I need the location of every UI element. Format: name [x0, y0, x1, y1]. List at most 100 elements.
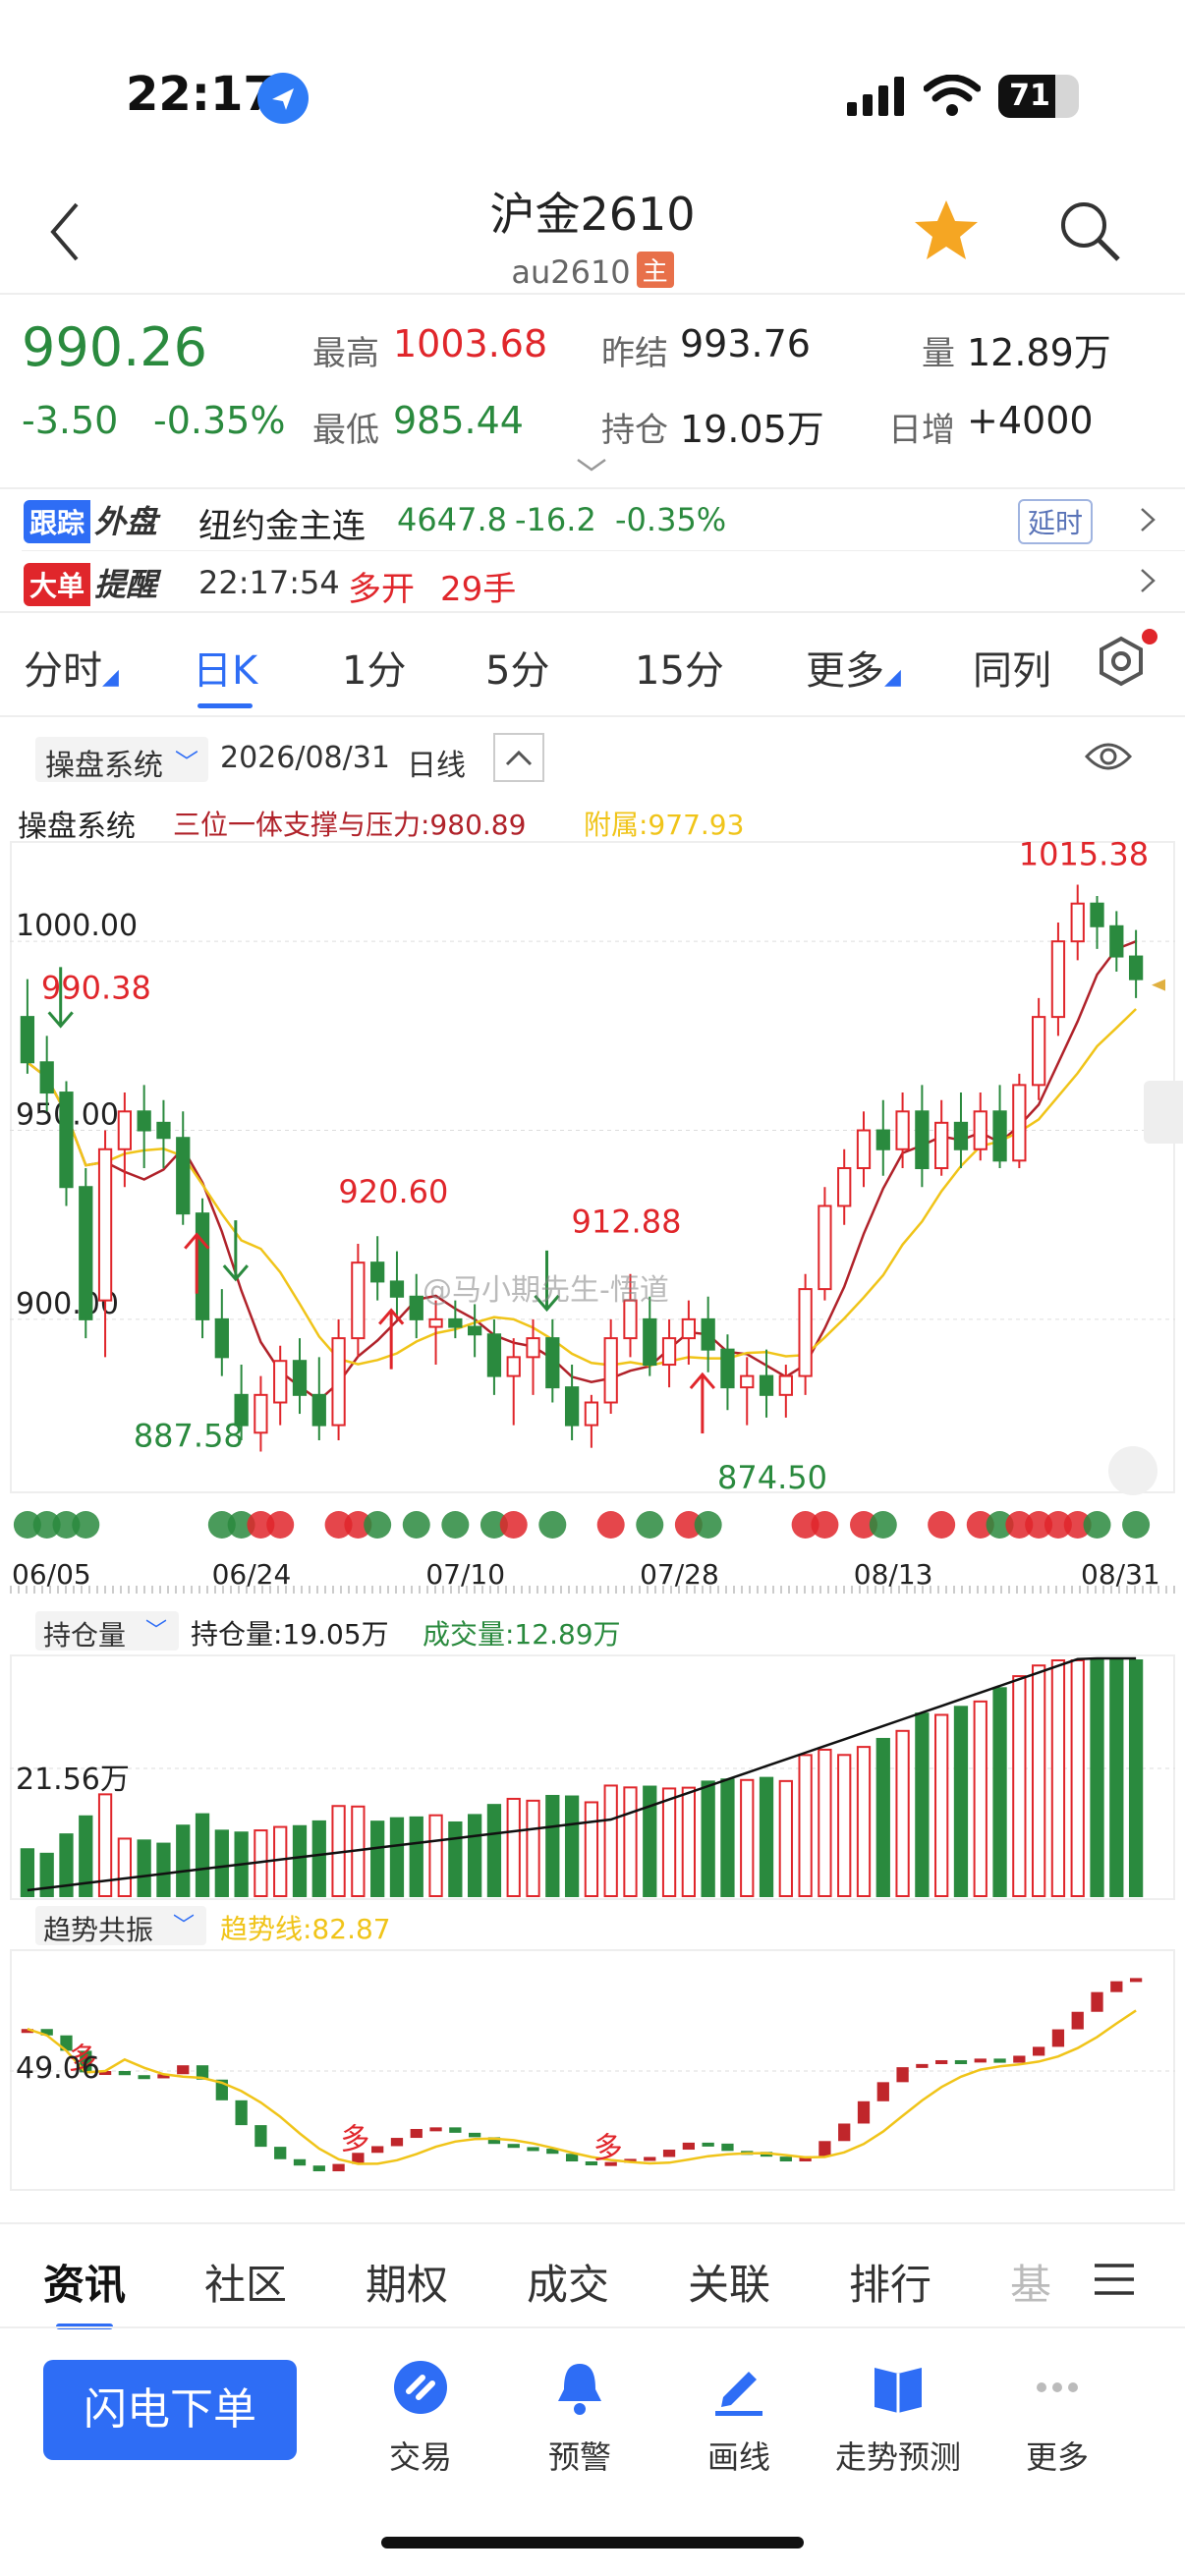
trend-bar	[1033, 2046, 1045, 2056]
status-time: 22:17	[126, 67, 276, 122]
alert-button[interactable]: 预警	[501, 2358, 658, 2478]
support-pressure-label: 三位一体支撑与压力:980.89	[173, 809, 527, 841]
menu-icon[interactable]	[1093, 2262, 1136, 2297]
candle	[79, 1168, 93, 1339]
trend-panel-selector[interactable]: 趋势共振 ﹀	[35, 1906, 206, 1946]
candle	[351, 1243, 366, 1358]
tab-options[interactable]: 期权	[366, 2252, 448, 2312]
tab-1min[interactable]: 1分	[342, 639, 406, 696]
overseas-change: -16.2	[515, 501, 596, 538]
overseas-change-pct: -0.35%	[615, 501, 727, 538]
volume-bar	[39, 1852, 54, 1897]
tab-fundamentals[interactable]: 基	[1010, 2252, 1051, 2312]
tab-related[interactable]: 关联	[688, 2252, 770, 2312]
price-annotation: 874.50	[717, 1459, 827, 1493]
trend-bar	[138, 2075, 150, 2080]
tab-community[interactable]: 社区	[204, 2252, 287, 2312]
tab-15min[interactable]: 15分	[635, 639, 724, 696]
battery-indicator: 71	[998, 75, 1079, 118]
chevron-right-icon[interactable]	[1138, 505, 1157, 534]
search-icon[interactable]	[1057, 198, 1122, 263]
trend-bar	[935, 2059, 948, 2064]
tab-news[interactable]: 资讯	[43, 2252, 126, 2329]
candle	[1070, 884, 1085, 961]
big-order-tag-order: 大单	[24, 563, 91, 606]
tab-peer[interactable]: 同列	[973, 639, 1051, 696]
trend-bar	[177, 2065, 190, 2075]
side-expand-handle[interactable]	[1144, 1081, 1183, 1144]
tab-timeshare-label: 分时	[24, 648, 102, 694]
overseas-name[interactable]: 纽约金主连	[198, 499, 366, 547]
big-order-time: 22:17:54	[198, 564, 340, 601]
tab-more[interactable]: 更多◢	[806, 639, 901, 696]
more-button[interactable]: 更多	[979, 2358, 1136, 2478]
system-selector[interactable]: 操盘系统 ﹀	[35, 737, 208, 783]
trend-bar	[1013, 2055, 1026, 2063]
trade-label: 交易	[388, 2438, 452, 2476]
trend-bar	[993, 2058, 1006, 2063]
volume-bar	[195, 1813, 210, 1897]
pen-icon	[715, 2372, 762, 2416]
volume-bar	[701, 1780, 715, 1897]
open-interest-label: 持仓	[601, 411, 668, 450]
trend-bar	[507, 2144, 520, 2149]
open-interest-value: 19.05万	[680, 408, 824, 451]
tab-more-label: 更多	[806, 648, 884, 694]
candle	[59, 1081, 74, 1206]
tab-ranking[interactable]: 排行	[849, 2252, 931, 2312]
fullscreen-button[interactable]	[1108, 1446, 1157, 1495]
indicator-name: 操盘系统	[18, 810, 136, 844]
overseas-tag-market: 外盘	[94, 503, 158, 540]
forecast-button[interactable]: 走势预测	[819, 2358, 977, 2478]
candle	[934, 1099, 949, 1176]
last-price: 990.26	[22, 316, 207, 378]
volume-bar	[1070, 1659, 1085, 1897]
trend-bar	[838, 2123, 851, 2142]
candle	[1128, 929, 1144, 998]
ai-signal-icon	[1122, 1511, 1151, 1539]
draw-button[interactable]: 画线	[660, 2358, 818, 2478]
ai-signal-icon	[364, 1511, 392, 1539]
expand-chevron-icon[interactable]	[574, 456, 609, 474]
affiliate-label: 附属:977.93	[584, 809, 745, 841]
prev-settle-value: 993.76	[680, 322, 811, 365]
volume-bar	[778, 1779, 793, 1897]
volume-panel-selector[interactable]: 持仓量 ﹀	[35, 1611, 179, 1652]
volume-bar	[1050, 1659, 1066, 1897]
trend-bar	[662, 2150, 676, 2157]
tab-5min[interactable]: 5分	[485, 639, 549, 696]
eye-icon[interactable]	[1085, 739, 1132, 774]
volume-bar	[526, 1799, 540, 1897]
candle	[1090, 896, 1104, 949]
favorite-star-icon[interactable]	[912, 196, 981, 265]
candle	[798, 1273, 813, 1395]
trend-resonance-chart[interactable]: 多多多	[10, 1949, 1175, 2191]
candle	[214, 1289, 229, 1376]
candlestick-chart[interactable]: 1000.00950.00900.00 990.38887.58865.6292…	[10, 841, 1175, 1493]
ai-signal-icon	[694, 1511, 722, 1539]
flash-order-button[interactable]: 闪电下单	[43, 2360, 297, 2460]
candle	[953, 1092, 969, 1168]
candle	[740, 1357, 755, 1426]
volume-y-tick: 21.56万	[16, 1763, 130, 1797]
y-tick-label: 1000.00	[16, 909, 138, 943]
chevron-down-icon: ﹀	[145, 1619, 168, 1644]
tab-trades[interactable]: 成交	[527, 2252, 609, 2312]
current-price-marker	[1152, 979, 1165, 991]
trend-bar	[274, 2147, 287, 2159]
long-signal-label: 多	[340, 2122, 369, 2156]
forecast-label: 走势预测	[834, 2438, 961, 2476]
trend-panel-title: 趋势共振	[43, 1914, 154, 1946]
settings-hex-icon[interactable]	[1091, 629, 1159, 698]
volume-chart[interactable]	[10, 1654, 1175, 1900]
chevron-right-icon[interactable]	[1138, 566, 1157, 595]
tab-daily-k[interactable]: 日K	[193, 639, 257, 708]
trade-button[interactable]: 交易	[342, 2358, 499, 2478]
candle	[506, 1338, 521, 1426]
candle	[681, 1300, 696, 1366]
collapse-button[interactable]	[493, 733, 544, 782]
book-icon	[875, 2368, 922, 2413]
tab-timeshare[interactable]: 分时◢	[24, 639, 119, 696]
volume-bar	[992, 1687, 1007, 1897]
volume-bar	[273, 1825, 288, 1898]
